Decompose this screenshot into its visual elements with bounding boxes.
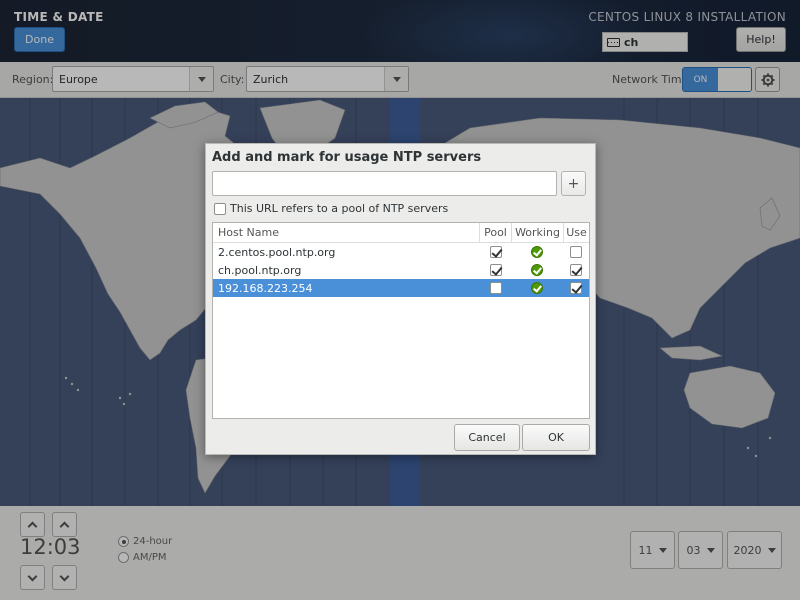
host-name-cell: 192.168.223.254 [218, 281, 313, 295]
ntp-url-input[interactable] [212, 171, 557, 196]
plus-icon: + [567, 175, 580, 192]
column-header-host[interactable]: Host Name [213, 223, 479, 243]
anaconda-installer-window: TIME & DATE Done CENTOS LINUX 8 INSTALLA… [0, 0, 800, 600]
host-name-cell: ch.pool.ntp.org [218, 263, 302, 277]
use-cell-checkbox[interactable] [570, 264, 582, 276]
table-row-selected[interactable]: 192.168.223.254 [213, 279, 589, 297]
column-header-use[interactable]: Use [563, 223, 589, 243]
use-cell-checkbox[interactable] [570, 282, 582, 294]
pool-checkbox-label: This URL refers to a pool of NTP servers [230, 202, 449, 215]
use-cell-checkbox[interactable] [570, 246, 582, 258]
ok-button[interactable]: OK [522, 424, 590, 451]
pool-checkbox[interactable] [214, 202, 226, 215]
working-ok-icon [531, 264, 543, 276]
dialog-title: Add and mark for usage NTP servers [212, 150, 482, 165]
column-header-pool[interactable]: Pool [479, 223, 511, 243]
pool-option[interactable]: This URL refers to a pool of NTP servers [214, 202, 448, 215]
column-header-working[interactable]: Working [511, 223, 563, 243]
working-ok-icon [531, 246, 543, 258]
working-ok-icon [531, 282, 543, 294]
table-row[interactable]: ch.pool.ntp.org [213, 261, 589, 279]
cancel-button[interactable]: Cancel [454, 424, 520, 451]
pool-cell-checkbox[interactable] [490, 282, 502, 294]
pool-cell-checkbox[interactable] [490, 264, 502, 276]
add-server-button[interactable]: + [561, 171, 586, 196]
ntp-servers-table: Host Name Pool Working Use 2.centos.pool… [212, 222, 590, 419]
host-name-cell: 2.centos.pool.ntp.org [218, 245, 336, 259]
pool-cell-checkbox[interactable] [490, 246, 502, 258]
table-row[interactable]: 2.centos.pool.ntp.org [213, 243, 589, 261]
ntp-servers-dialog: Add and mark for usage NTP servers + Thi… [205, 143, 596, 455]
